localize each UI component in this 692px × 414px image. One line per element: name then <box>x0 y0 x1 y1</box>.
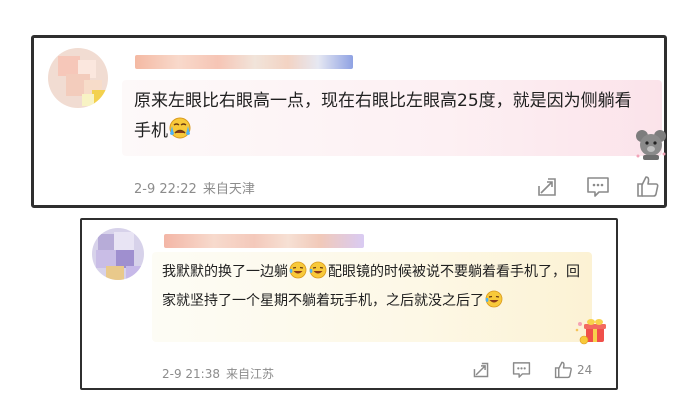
comment-button[interactable] <box>512 361 531 379</box>
like-count: 24 <box>577 362 593 377</box>
comment-text: 原来左眼比右眼高一点，现在右眼比左眼高25度，就是因为侧躺看手机 <box>134 86 644 149</box>
comment-icon <box>512 362 531 378</box>
laughing-tears-icon <box>485 290 503 317</box>
username-blurred[interactable] <box>135 55 353 69</box>
thumbs-up-icon <box>554 361 572 379</box>
laughing-tears-icon <box>289 261 307 288</box>
comment-meta: 2-9 21:38 来自江苏 <box>162 365 280 382</box>
sticker-mouse-icon <box>634 128 668 166</box>
username-blurred[interactable] <box>164 234 364 248</box>
thumbs-up-icon <box>637 176 659 197</box>
like-button[interactable] <box>636 174 660 198</box>
share-icon <box>538 178 556 196</box>
comment-text: 我默默的换了一边躺 配眼镜的时候被说不要躺着看手机了，回家就坚持了一个星期不躺着… <box>162 259 582 317</box>
avatar[interactable] <box>48 48 108 108</box>
comment-body: 我默默的换了一边躺 <box>162 264 288 280</box>
comment-source: 来自江苏 <box>226 367 275 381</box>
comment-meta: 2-9 22:22 来自天津 <box>134 178 261 197</box>
sticker-gift-icon <box>574 316 608 350</box>
comment-card: 原来左眼比右眼高一点，现在右眼比左眼高25度，就是因为侧躺看手机 2-9 22:… <box>31 35 667 208</box>
like-button[interactable]: 24 <box>554 360 592 379</box>
comment-card: 我默默的换了一边躺 配眼镜的时候被说不要躺着看手机了，回家就坚持了一个星期不躺着… <box>80 218 618 390</box>
avatar[interactable] <box>92 228 144 280</box>
share-icon <box>473 362 489 378</box>
share-button[interactable] <box>536 176 558 198</box>
comment-date: 2-9 22:22 <box>134 182 197 197</box>
comment-date: 2-9 21:38 <box>162 367 220 381</box>
laughing-tears-icon <box>309 261 327 288</box>
comment-body: 原来左眼比右眼高一点，现在右眼比左眼高25度，就是因为侧躺看手机 <box>134 91 632 141</box>
crying-face-icon <box>169 117 191 149</box>
comment-source: 来自天津 <box>202 182 255 197</box>
share-button[interactable] <box>472 361 490 379</box>
comment-icon <box>587 177 609 197</box>
comment-button[interactable] <box>586 176 610 198</box>
